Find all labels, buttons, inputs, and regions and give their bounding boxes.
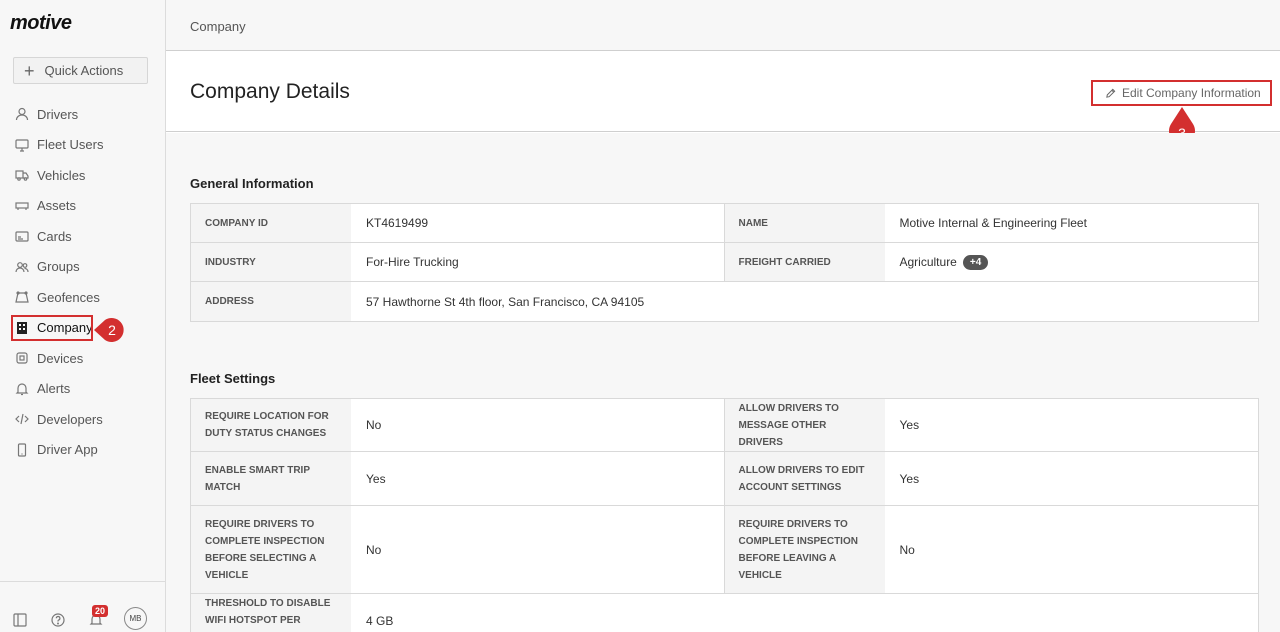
quick-actions-label: Quick Actions xyxy=(44,63,124,78)
card-icon xyxy=(15,229,29,243)
sidebar-item-label: Driver App xyxy=(37,442,98,458)
edit-button-label: Edit Company Information xyxy=(1122,86,1261,100)
setting-value: No xyxy=(366,418,382,432)
trailer-icon xyxy=(15,199,29,213)
address-value: 57 Hawthorne St 4th floor, San Francisco… xyxy=(366,294,645,309)
sidebar-item-fleet-users[interactable]: Fleet Users xyxy=(0,130,165,161)
threshold-value: 4 GB xyxy=(366,613,394,628)
setting-value: No xyxy=(366,542,382,557)
sidebar-item-groups[interactable]: Groups xyxy=(0,252,165,283)
sidebar-item-assets[interactable]: Assets xyxy=(0,191,165,222)
sidebar-item-drivers[interactable]: Drivers xyxy=(0,99,165,130)
setting-label: REQUIRE DRIVERS TO COMPLETE INSPECTION B… xyxy=(724,506,885,593)
person-icon xyxy=(15,107,29,121)
fleet-settings-title: Fleet Settings xyxy=(190,371,276,386)
sidebar-item-vehicles[interactable]: Vehicles xyxy=(0,160,165,191)
code-icon xyxy=(15,412,29,426)
freight-more-badge[interactable]: +4 xyxy=(962,254,989,270)
industry-label: INDUSTRY xyxy=(191,243,351,281)
device-icon xyxy=(15,351,29,365)
general-information-table: COMPANY ID KT4619499 NAME Motive Interna… xyxy=(190,203,1259,322)
map-book-icon[interactable] xyxy=(12,612,28,628)
address-label: ADDRESS xyxy=(191,282,351,321)
sidebar-item-label: Drivers xyxy=(37,106,79,122)
main-content: General Information COMPANY ID KT4619499… xyxy=(166,133,1280,632)
table-row: REQUIRE LOCATION FOR DUTY STATUS CHANGES… xyxy=(191,399,1258,452)
pencil-icon xyxy=(1106,88,1116,98)
setting-value: Yes xyxy=(366,471,386,486)
setting-label: ALLOW DRIVERS TO EDIT ACCOUNT SETTINGS xyxy=(724,452,885,505)
fleet-settings-table: REQUIRE LOCATION FOR DUTY STATUS CHANGES… xyxy=(190,398,1259,632)
setting-label: REQUIRE LOCATION FOR DUTY STATUS CHANGES xyxy=(191,399,351,451)
table-row: REQUIRE DRIVERS TO COMPLETE INSPECTION B… xyxy=(191,506,1258,594)
top-bar: Company xyxy=(166,0,1280,51)
table-row: THRESHOLD TO DISABLE WIFI HOTSPOT PER VE… xyxy=(191,594,1258,632)
breadcrumb: Company xyxy=(190,19,246,34)
bell-icon xyxy=(15,382,29,396)
avatar[interactable]: MB xyxy=(124,607,147,630)
sidebar-item-label: Vehicles xyxy=(37,167,86,183)
monitor-icon xyxy=(15,138,29,152)
plus-icon: + xyxy=(24,60,35,81)
company-id-value: KT4619499 xyxy=(366,216,429,230)
sidebar-nav: Drivers Fleet Users Vehicles Assets Card… xyxy=(0,99,165,465)
threshold-label: THRESHOLD TO DISABLE WIFI HOTSPOT PER VE… xyxy=(191,594,351,632)
sidebar-item-cards[interactable]: Cards xyxy=(0,221,165,252)
sidebar-item-label: Groups xyxy=(37,259,80,275)
sidebar-footer: 20 MB xyxy=(0,581,165,632)
setting-value: Yes xyxy=(899,418,920,432)
highlight-box xyxy=(11,314,93,341)
setting-label: ENABLE SMART TRIP MATCH xyxy=(191,452,351,505)
sidebar-item-label: Fleet Users xyxy=(37,137,104,153)
notification-count-badge: 20 xyxy=(92,605,109,617)
setting-label: REQUIRE DRIVERS TO COMPLETE INSPECTION B… xyxy=(191,506,351,593)
sidebar: motive + Quick Actions Drivers Fleet Use… xyxy=(0,0,166,632)
table-row: ADDRESS 57 Hawthorne St 4th floor, San F… xyxy=(191,282,1258,321)
sidebar-item-label: Geofences xyxy=(37,289,100,305)
industry-value: For-Hire Trucking xyxy=(366,255,459,269)
page-title: Company Details xyxy=(190,80,350,103)
sidebar-item-devices[interactable]: Devices xyxy=(0,343,165,374)
freight-carried-value: Agriculture +4 xyxy=(885,243,1259,281)
general-information-title: General Information xyxy=(190,176,314,191)
sidebar-item-company[interactable]: Company xyxy=(0,313,165,344)
sidebar-item-label: Cards xyxy=(37,228,72,244)
phone-icon xyxy=(15,443,29,457)
sidebar-item-label: Assets xyxy=(37,198,77,214)
quick-actions-button[interactable]: + Quick Actions xyxy=(13,57,148,84)
name-value: Motive Internal & Engineering Fleet xyxy=(899,216,1087,230)
setting-value: No xyxy=(899,542,915,557)
table-row: INDUSTRY For-Hire Trucking FREIGHT CARRI… xyxy=(191,243,1258,282)
sidebar-item-alerts[interactable]: Alerts xyxy=(0,374,165,405)
sidebar-item-geofences[interactable]: Geofences xyxy=(0,282,165,313)
sidebar-item-label: Alerts xyxy=(37,381,71,397)
geofence-icon xyxy=(15,290,29,304)
page-header: Company Details Edit Company Information… xyxy=(166,52,1280,144)
company-id-label: COMPANY ID xyxy=(191,204,351,242)
sidebar-item-developers[interactable]: Developers xyxy=(0,404,165,435)
group-icon xyxy=(15,260,29,274)
edit-company-information-button[interactable]: Edit Company Information xyxy=(1091,80,1272,106)
freight-primary: Agriculture xyxy=(899,255,957,269)
sidebar-item-label: Devices xyxy=(37,350,84,366)
motive-logo[interactable]: motive xyxy=(10,12,72,35)
setting-label: ALLOW DRIVERS TO MESSAGE OTHER DRIVERS xyxy=(724,399,885,451)
table-row: COMPANY ID KT4619499 NAME Motive Interna… xyxy=(191,204,1258,243)
setting-value: Yes xyxy=(899,471,920,486)
truck-icon xyxy=(15,168,29,182)
step-marker-2: 2 xyxy=(94,318,124,342)
sidebar-item-driver-app[interactable]: Driver App xyxy=(0,435,165,466)
name-label: NAME xyxy=(724,204,885,242)
step-marker-2-label: 2 xyxy=(108,322,116,338)
help-icon[interactable] xyxy=(50,612,66,628)
sidebar-item-label: Developers xyxy=(37,411,103,427)
freight-carried-label: FREIGHT CARRIED xyxy=(724,243,885,281)
table-row: ENABLE SMART TRIP MATCH Yes ALLOW DRIVER… xyxy=(191,452,1258,506)
